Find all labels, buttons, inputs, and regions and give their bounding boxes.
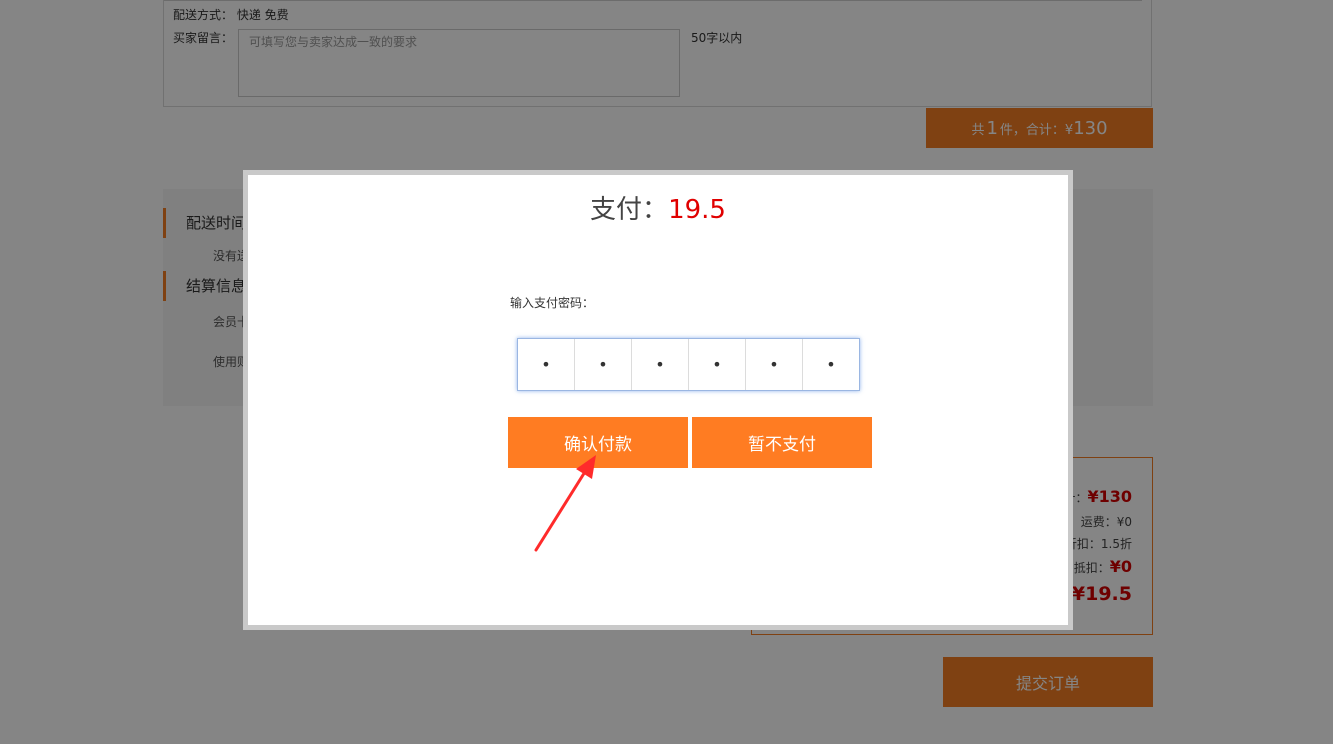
password-digit[interactable]: • xyxy=(575,339,632,390)
password-input[interactable]: • • • • • • xyxy=(517,338,860,391)
payment-title: 支付：19.5 xyxy=(248,189,1068,226)
password-digit[interactable]: • xyxy=(632,339,689,390)
cancel-payment-button[interactable]: 暂不支付 xyxy=(692,417,872,468)
payment-title-prefix: 支付： xyxy=(590,195,669,225)
password-digit[interactable]: • xyxy=(689,339,746,390)
payment-modal: 支付：19.5 输入支付密码： • • • • • • 确认付款 暂不支付 xyxy=(248,175,1068,625)
pointer-arrow-icon xyxy=(534,455,596,552)
payment-amount: 19.5 xyxy=(668,195,726,225)
password-label: 输入支付密码： xyxy=(510,296,595,310)
password-digit[interactable]: • xyxy=(803,339,859,390)
password-digit[interactable]: • xyxy=(518,339,575,390)
password-digit[interactable]: • xyxy=(746,339,803,390)
